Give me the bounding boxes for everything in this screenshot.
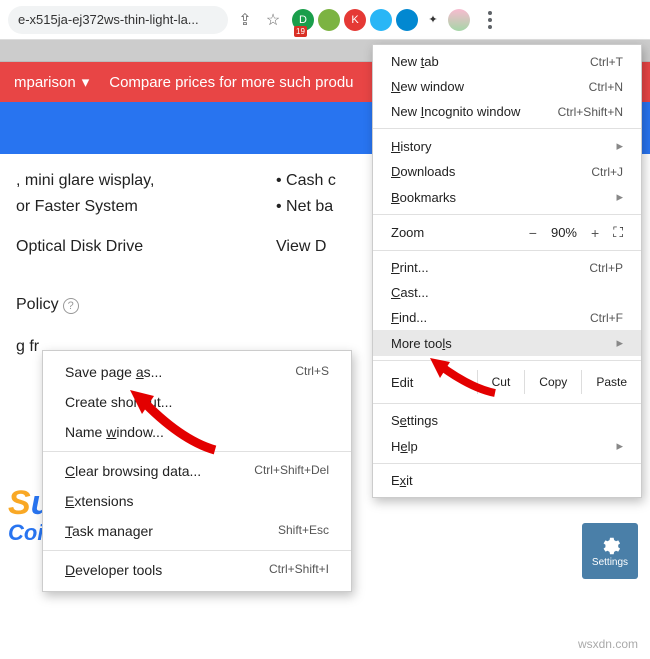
submenu-create-shortcut[interactable]: Create shortcut... <box>43 387 351 417</box>
extension-icon[interactable] <box>318 9 340 31</box>
settings-floating-button[interactable]: Settings <box>582 523 638 579</box>
extension-icon[interactable] <box>370 9 392 31</box>
fullscreen-icon[interactable]: ⛶ <box>613 224 623 241</box>
menu-more-tools[interactable]: More tools▸ <box>373 330 641 356</box>
submenu-developer-tools[interactable]: Developer toolsCtrl+Shift+I <box>43 555 351 585</box>
kebab-menu-icon[interactable] <box>478 8 502 32</box>
spec-text: Optical Disk Drive <box>16 238 276 256</box>
spec-text: • Net ba <box>276 198 333 216</box>
menu-incognito[interactable]: New Incognito windowCtrl+Shift+N <box>373 99 641 124</box>
omnibox[interactable]: e-x515ja-ej372ws-thin-light-la... <box>8 6 228 34</box>
profile-avatar[interactable] <box>448 9 470 31</box>
help-icon[interactable]: ? <box>63 298 79 314</box>
menu-edit-row: EditCutCopyPaste <box>373 365 641 399</box>
bookmark-star-icon[interactable]: ☆ <box>262 9 284 31</box>
extension-icon[interactable] <box>396 9 418 31</box>
extensions-puzzle-icon[interactable]: ✦ <box>422 9 444 31</box>
menu-new-tab[interactable]: New tabCtrl+T <box>373 49 641 74</box>
extensions-area: D19 K ✦ <box>292 9 470 31</box>
comparison-dropdown[interactable]: mparison▾ <box>14 73 89 91</box>
zoom-level: 90% <box>551 225 577 240</box>
spec-text: , mini glare wisplay, <box>16 172 276 190</box>
menu-new-window[interactable]: New windowCtrl+N <box>373 74 641 99</box>
browser-toolbar: e-x515ja-ej372ws-thin-light-la... ⇪ ☆ D1… <box>0 0 650 40</box>
zoom-out[interactable]: − <box>529 225 537 241</box>
watermark: wsxdn.com <box>578 637 638 651</box>
menu-exit[interactable]: Exit <box>373 468 641 493</box>
spec-text: • Cash c <box>276 172 336 190</box>
share-icon[interactable]: ⇪ <box>234 9 256 31</box>
edit-cut[interactable]: Cut <box>477 370 525 394</box>
submenu-extensions[interactable]: Extensions <box>43 486 351 516</box>
menu-zoom: Zoom−90%+⛶ <box>373 219 641 246</box>
submenu-clear-data[interactable]: Clear browsing data...Ctrl+Shift+Del <box>43 456 351 486</box>
edit-copy[interactable]: Copy <box>524 370 581 394</box>
policy-label: Policy? <box>16 296 79 314</box>
comparison-text: Compare prices for more such produ <box>109 74 353 91</box>
extension-icon[interactable]: D19 <box>292 9 314 31</box>
menu-bookmarks[interactable]: Bookmarks▸ <box>373 184 641 210</box>
menu-downloads[interactable]: DownloadsCtrl+J <box>373 159 641 184</box>
menu-help[interactable]: Help▸ <box>373 433 641 459</box>
submenu-save-page[interactable]: Save page as...Ctrl+S <box>43 357 351 387</box>
edit-paste[interactable]: Paste <box>581 370 641 394</box>
extension-icon[interactable]: K <box>344 9 366 31</box>
submenu-name-window[interactable]: Name window... <box>43 417 351 447</box>
menu-find[interactable]: Find...Ctrl+F <box>373 305 641 330</box>
menu-cast[interactable]: Cast... <box>373 280 641 305</box>
zoom-in[interactable]: + <box>591 225 599 241</box>
chrome-main-menu: New tabCtrl+T New windowCtrl+N New Incog… <box>372 44 642 498</box>
menu-print[interactable]: Print...Ctrl+P <box>373 255 641 280</box>
menu-history[interactable]: History▸ <box>373 133 641 159</box>
spec-text: or Faster System <box>16 198 276 216</box>
more-tools-submenu: Save page as...Ctrl+S Create shortcut...… <box>42 350 352 592</box>
submenu-task-manager[interactable]: Task managerShift+Esc <box>43 516 351 546</box>
view-details-link[interactable]: View D <box>276 238 326 256</box>
text-fragment: g fr <box>16 338 39 356</box>
menu-settings[interactable]: Settings <box>373 408 641 433</box>
